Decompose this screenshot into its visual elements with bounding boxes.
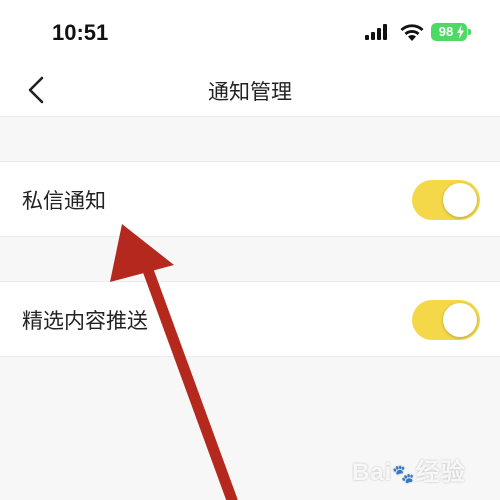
page-title: 通知管理	[208, 80, 292, 104]
battery-indicator: 98	[431, 23, 467, 41]
status-bar: 10:51 98	[0, 0, 500, 64]
setting-label: 精选内容推送	[22, 309, 148, 333]
watermark-suffix: 经验	[415, 459, 466, 486]
setting-row-featured-push: 精选内容推送	[0, 281, 500, 357]
private-message-toggle[interactable]	[412, 180, 480, 220]
setting-label: 私信通知	[22, 189, 106, 213]
setting-row-private-message: 私信通知	[0, 161, 500, 237]
toggle-knob	[443, 183, 477, 217]
baidu-watermark: Bai🐾经验	[352, 452, 466, 487]
toggle-knob	[443, 303, 477, 337]
paw-icon: 🐾	[392, 464, 416, 484]
battery-level: 98	[438, 24, 454, 39]
charging-bolt-icon	[457, 25, 464, 39]
battery-tip	[468, 29, 471, 35]
watermark-text: Bai	[352, 459, 393, 486]
featured-push-toggle[interactable]	[412, 300, 480, 340]
status-time: 10:51	[52, 20, 109, 45]
signal-icon	[365, 24, 387, 40]
wifi-icon	[400, 24, 424, 41]
nav-bar: 通知管理	[0, 64, 500, 117]
